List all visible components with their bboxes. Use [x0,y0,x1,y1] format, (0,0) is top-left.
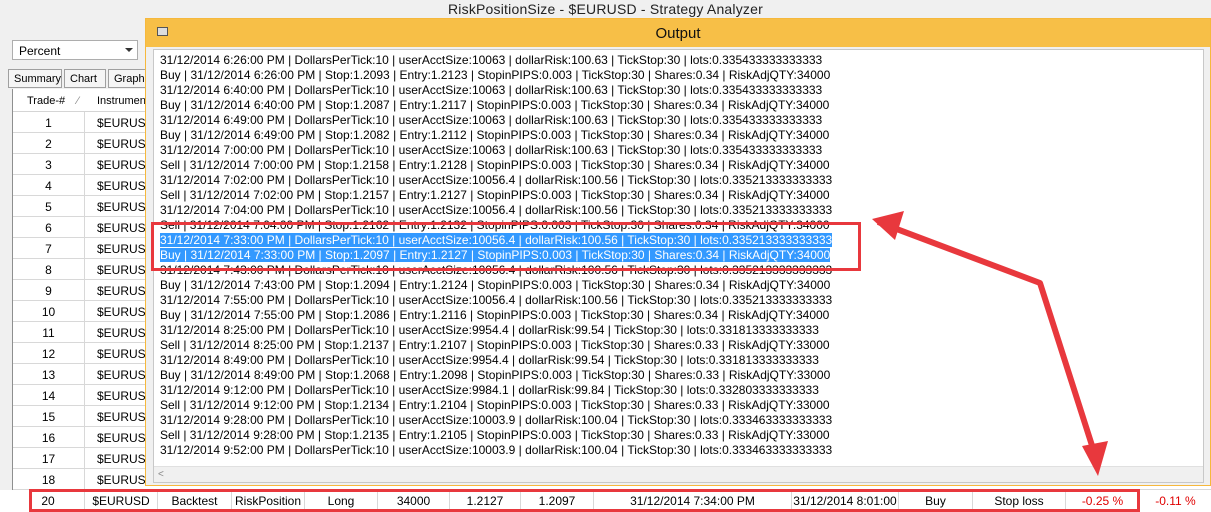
output-line: 31/12/2014 7:00:00 PM | DollarsPerTick:1… [160,143,1160,158]
trade-num-cell: 9 [13,280,85,300]
trade-num-cell: 14 [13,385,85,405]
trade-num-cell: 12 [13,343,85,363]
highlight-box-trade-row [29,489,1140,512]
chevron-down-icon [125,48,133,52]
column-header-trade-num[interactable]: Trade-# [27,95,65,107]
trade-num-cell: 15 [13,406,85,426]
output-line: 31/12/2014 7:04:00 PM | DollarsPerTick:1… [160,203,1160,218]
output-line-text: 31/12/2014 8:49:00 PM | DollarsPerTick:1… [160,353,819,367]
output-line: 31/12/2014 7:55:00 PM | DollarsPerTick:1… [160,293,1160,308]
output-line: 31/12/2014 7:02:00 PM | DollarsPerTick:1… [160,173,1160,188]
output-title: Output [655,25,701,42]
output-line: 31/12/2014 6:40:00 PM | DollarsPerTick:1… [160,83,1160,98]
sort-icon: ⁄ [77,95,79,107]
tab-chart[interactable]: Chart [64,69,106,88]
trade-num-cell: 18 [13,469,85,489]
view-select-value: Percent [19,44,61,58]
output-line-text: 31/12/2014 7:04:00 PM | DollarsPerTick:1… [160,203,833,217]
output-line: 31/12/2014 9:12:00 PM | DollarsPerTick:1… [160,383,1160,398]
output-line-text: Sell | 31/12/2014 9:12:00 PM | Stop:1.21… [160,398,830,412]
view-select[interactable]: Percent [12,40,138,60]
trade-num-cell: 5 [13,196,85,216]
output-line-text: Buy | 31/12/2014 7:55:00 PM | Stop:1.208… [160,308,830,322]
output-line: 31/12/2014 8:25:00 PM | DollarsPerTick:1… [160,323,1160,338]
output-line-text: 31/12/2014 7:02:00 PM | DollarsPerTick:1… [160,173,833,187]
scroll-left-icon[interactable]: < [158,469,164,480]
output-line-text: Buy | 31/12/2014 6:26:00 PM | Stop:1.209… [160,68,831,82]
output-line-text: 31/12/2014 6:40:00 PM | DollarsPerTick:1… [160,83,823,97]
output-line-text: 31/12/2014 9:52:00 PM | DollarsPerTick:1… [160,443,833,457]
output-line-text: Buy | 31/12/2014 8:49:00 PM | Stop:1.206… [160,368,831,382]
output-line-text: 31/12/2014 9:12:00 PM | DollarsPerTick:1… [160,383,819,397]
output-line-text: Sell | 31/12/2014 9:28:00 PM | Stop:1.21… [160,428,830,442]
trade-num-cell: 16 [13,427,85,447]
output-line-text: 31/12/2014 7:00:00 PM | DollarsPerTick:1… [160,143,823,157]
output-line: Sell | 31/12/2014 9:28:00 PM | Stop:1.21… [160,428,1160,443]
highlight-box-output [151,222,861,271]
trade-num-cell: 3 [13,154,85,174]
trade-num-cell: 13 [13,364,85,384]
output-line-text: 31/12/2014 6:49:00 PM | DollarsPerTick:1… [160,113,823,127]
output-line-text: Sell | 31/12/2014 7:00:00 PM | Stop:1.21… [160,158,830,172]
output-line-text: 31/12/2014 9:28:00 PM | DollarsPerTick:1… [160,413,833,427]
tab-summary[interactable]: Summary [8,69,62,88]
horizontal-scrollbar[interactable]: < [154,466,1203,482]
strategy-analyzer-window: RiskPositionSize - $EURUSD - Strategy An… [0,0,1211,512]
output-line: Buy | 31/12/2014 6:40:00 PM | Stop:1.208… [160,98,1160,113]
output-line: 31/12/2014 8:49:00 PM | DollarsPerTick:1… [160,353,1160,368]
output-line: Sell | 31/12/2014 7:00:00 PM | Stop:1.21… [160,158,1160,173]
output-title-bar[interactable]: Output [146,19,1210,47]
output-line: Buy | 31/12/2014 8:49:00 PM | Stop:1.206… [160,368,1160,383]
trade-num-cell: 1 [13,112,85,132]
trade-num-cell: 11 [13,322,85,342]
output-line: 31/12/2014 6:26:00 PM | DollarsPerTick:1… [160,53,1160,68]
trade-num-cell: 17 [13,448,85,468]
trade-num-cell: 8 [13,259,85,279]
trade-num-cell: 4 [13,175,85,195]
output-line: Sell | 31/12/2014 8:25:00 PM | Stop:1.21… [160,338,1160,353]
output-line: 31/12/2014 9:52:00 PM | DollarsPerTick:1… [160,443,1160,458]
window-title-bar: RiskPositionSize - $EURUSD - Strategy An… [0,0,1211,18]
output-line-text: 31/12/2014 7:55:00 PM | DollarsPerTick:1… [160,293,833,307]
output-line: Buy | 31/12/2014 6:49:00 PM | Stop:1.208… [160,128,1160,143]
output-line-text: Buy | 31/12/2014 6:49:00 PM | Stop:1.208… [160,128,830,142]
output-line-text: Sell | 31/12/2014 7:02:00 PM | Stop:1.21… [160,188,830,202]
trade-num-cell: 6 [13,217,85,237]
output-line: Sell | 31/12/2014 7:02:00 PM | Stop:1.21… [160,188,1160,203]
output-line: Sell | 31/12/2014 9:12:00 PM | Stop:1.21… [160,398,1160,413]
output-line: 31/12/2014 9:28:00 PM | DollarsPerTick:1… [160,413,1160,428]
trade-num-cell: 10 [13,301,85,321]
output-line-text: Buy | 31/12/2014 6:40:00 PM | Stop:1.208… [160,98,830,112]
output-line: Buy | 31/12/2014 7:43:00 PM | Stop:1.209… [160,278,1160,293]
column-header-instrument[interactable]: Instrumen [97,95,146,107]
output-line: Buy | 31/12/2014 7:55:00 PM | Stop:1.208… [160,308,1160,323]
output-line-text: 31/12/2014 8:25:00 PM | DollarsPerTick:1… [160,323,819,337]
output-line-text: Sell | 31/12/2014 8:25:00 PM | Stop:1.21… [160,338,830,352]
window-title: RiskPositionSize - $EURUSD - Strategy An… [448,1,763,17]
output-line-text: 31/12/2014 6:26:00 PM | DollarsPerTick:1… [160,53,823,67]
output-line: Buy | 31/12/2014 6:26:00 PM | Stop:1.209… [160,68,1160,83]
output-line: 31/12/2014 6:49:00 PM | DollarsPerTick:1… [160,113,1160,128]
trade-num-cell: 2 [13,133,85,153]
trade-num-cell: 7 [13,238,85,258]
output-line-text: Buy | 31/12/2014 7:43:00 PM | Stop:1.209… [160,278,831,292]
trade-cum-profit: -0.11 % [1155,494,1196,508]
